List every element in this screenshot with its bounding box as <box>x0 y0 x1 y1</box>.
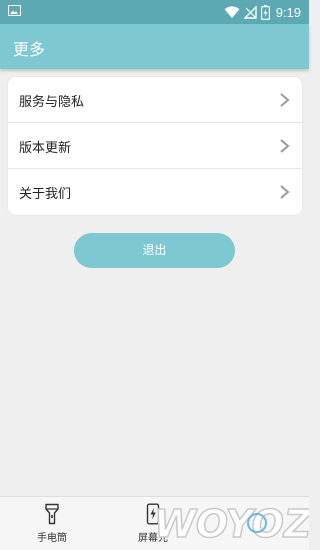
tab-screen-light[interactable]: 屏幕光 <box>123 503 183 549</box>
tab-flashlight[interactable]: 手电筒 <box>22 503 82 549</box>
chevron-right-icon <box>280 185 290 199</box>
logout-button[interactable]: 退出 <box>74 233 235 268</box>
app-bar: 更多 <box>0 24 309 69</box>
chevron-right-icon <box>280 139 290 153</box>
status-bar-indicators: 9:19 <box>224 3 301 21</box>
bottom-nav: 手电筒 屏幕光 <box>0 496 309 550</box>
screen-light-icon <box>146 503 160 525</box>
chevron-right-icon <box>280 93 290 107</box>
page-title: 更多 <box>13 40 46 59</box>
battery-icon <box>260 4 270 20</box>
menu-item-update[interactable]: 版本更新 <box>8 123 302 169</box>
menu-card: 服务与隐私 版本更新 关于我们 <box>8 77 302 215</box>
menu-item-about[interactable]: 关于我们 <box>8 169 302 215</box>
menu-item-label: 服务与隐私 <box>19 95 85 110</box>
status-bar: 9:19 <box>0 0 309 24</box>
signal-icon <box>243 5 257 19</box>
flashlight-icon <box>45 503 59 525</box>
menu-item-label: 版本更新 <box>19 141 72 156</box>
menu-item-label: 关于我们 <box>19 187 72 202</box>
wifi-icon <box>224 5 240 18</box>
status-time: 9:19 <box>275 4 301 20</box>
tab-label: 屏幕光 <box>138 533 168 544</box>
menu-item-privacy[interactable]: 服务与隐私 <box>8 77 302 123</box>
tab-label: 手电筒 <box>37 533 67 544</box>
gallery-notification-icon <box>8 5 21 16</box>
